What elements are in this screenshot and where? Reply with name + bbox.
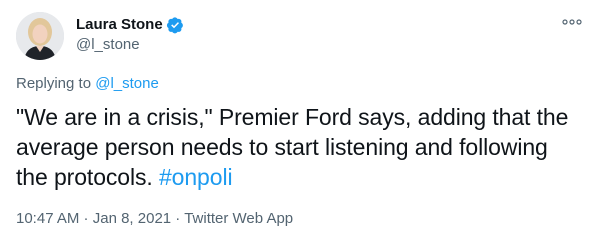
meta-separator: · [79,210,93,227]
author-handle[interactable]: @l_stone [76,35,140,55]
tweet-date[interactable]: Jan 8, 2021 [93,210,171,227]
tweet-source[interactable]: Twitter Web App [184,210,293,227]
name-row: Laura Stone [76,15,184,35]
tweet-meta: 10:47 AM · Jan 8, 2021 · Twitter Web App [16,209,293,229]
tweet-card: Laura Stone @l_stone Replying to @l_ston… [0,0,598,241]
meta-separator: · [171,210,185,227]
avatar[interactable] [16,12,64,60]
more-options-icon[interactable] [560,12,584,32]
reply-handle-link[interactable]: @l_stone [95,75,159,92]
replying-to-label: Replying to [16,75,96,92]
author-display-name[interactable]: Laura Stone [76,15,163,35]
replying-to: Replying to @l_stone [16,74,159,94]
verified-badge-icon [166,16,184,34]
tweet-text-body: "We are in a crisis," Premier Ford says,… [16,104,569,190]
avatar-image [16,12,64,60]
tweet-time[interactable]: 10:47 AM [16,210,79,227]
hashtag-link[interactable]: #onpoli [159,164,233,190]
tweet-text: "We are in a crisis," Premier Ford says,… [16,102,576,192]
